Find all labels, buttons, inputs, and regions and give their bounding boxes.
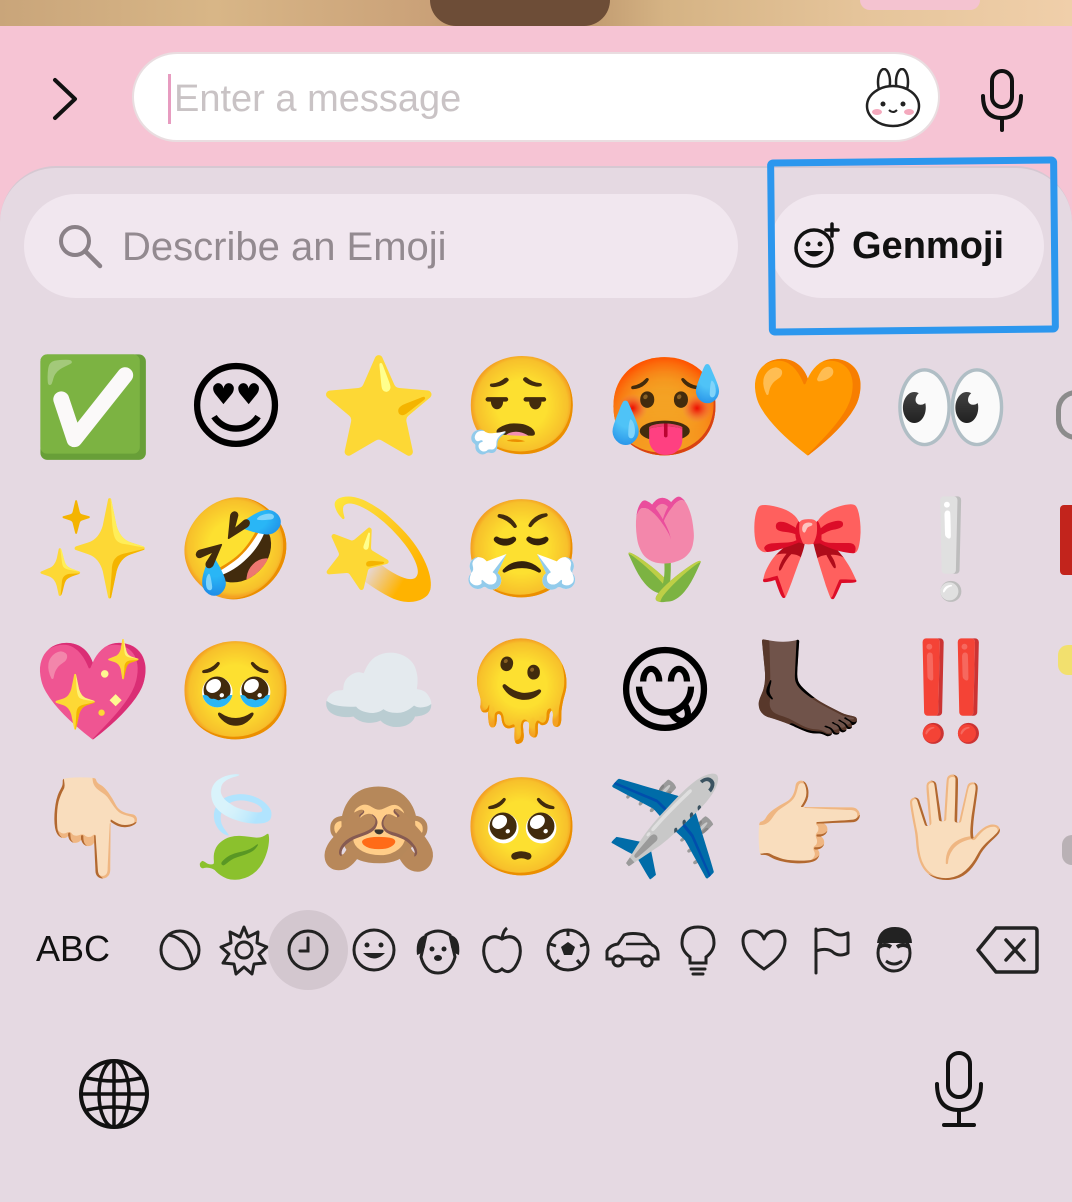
emoji-cell[interactable]: 🙈 (310, 758, 448, 896)
emoji-cell[interactable]: 🤣 (167, 480, 305, 618)
emoji-cell[interactable]: 😤 (453, 480, 591, 618)
smiley-icon[interactable] (342, 918, 406, 982)
emoji-cell[interactable]: 🥹 (167, 622, 305, 760)
emoji-cell[interactable]: 😍 (167, 338, 305, 476)
next-column-emoji-peek (1062, 835, 1072, 865)
emoji-grid: ✅ 😍 ⭐ 😮‍💨 🥵 🧡 👀 ✨ 🤣 💫 😤 🌷 🎀 ❕ 💖 🥹 ☁️ 🫠 😋… (24, 338, 1072, 898)
text-cursor (168, 74, 171, 124)
emoji-cell[interactable]: 👇🏻 (24, 758, 162, 896)
emoji-cell[interactable]: 🦶🏿 (739, 622, 877, 760)
message-input-container[interactable] (132, 52, 940, 142)
emoji-cell[interactable]: ✅ (24, 338, 162, 476)
bunny-sticker-icon[interactable] (862, 68, 924, 128)
moon-icon[interactable] (148, 918, 212, 982)
emoji-cell[interactable]: 💫 (310, 480, 448, 618)
soccer-ball-icon[interactable] (536, 918, 600, 982)
emoji-cell[interactable]: ‼️ (882, 622, 1020, 760)
emoji-cell[interactable]: ✈️ (596, 758, 734, 896)
emoji-cell[interactable]: 🧡 (739, 338, 877, 476)
clock-icon[interactable] (268, 910, 348, 990)
dog-icon[interactable] (406, 918, 470, 982)
emoji-cell[interactable]: 😋 (596, 622, 734, 760)
genmoji-button[interactable]: Genmoji (770, 194, 1044, 298)
emoji-cell[interactable]: 💖 (24, 622, 162, 760)
magnifier-icon (59, 225, 103, 269)
emoji-cell[interactable]: 🫠 (453, 622, 591, 760)
lightbulb-icon[interactable] (666, 918, 730, 982)
emoji-cell[interactable]: 🥵 (596, 338, 734, 476)
chevron-right-icon (53, 78, 77, 120)
emoji-cell[interactable]: 👉🏻 (739, 758, 877, 896)
emoji-cell[interactable]: 🥺 (453, 758, 591, 896)
emoji-cell[interactable]: 🍃 (167, 758, 305, 896)
emoji-search-input[interactable] (120, 214, 714, 280)
abc-keyboard-button[interactable]: ABC (36, 928, 110, 970)
expand-button[interactable] (40, 68, 90, 130)
preview-element (860, 0, 980, 10)
emoji-cell[interactable]: 😮‍💨 (453, 338, 591, 476)
microphone-icon[interactable] (930, 1050, 988, 1130)
video-preview-strip (0, 0, 1072, 26)
emoji-cell[interactable]: ❕ (882, 480, 1020, 618)
emoji-cell[interactable]: 🌷 (596, 480, 734, 618)
microphone-icon[interactable] (976, 68, 1028, 134)
emoji-category-bar: ABC (0, 910, 1072, 990)
preview-subject (430, 0, 610, 26)
memoji-icon[interactable] (862, 918, 926, 982)
emoji-search-bar[interactable] (24, 194, 738, 298)
emoji-cell[interactable]: ☁️ (310, 622, 448, 760)
apple-icon[interactable] (470, 918, 534, 982)
emoji-cell[interactable]: ✨ (24, 480, 162, 618)
globe-icon[interactable] (76, 1056, 152, 1132)
emoji-cell[interactable]: ⭐ (310, 338, 448, 476)
emoji-cell[interactable]: 👀 (882, 338, 1020, 476)
genmoji-smiley-plus-icon (794, 222, 840, 268)
heart-icon[interactable] (732, 918, 796, 982)
next-column-emoji-peek (1060, 505, 1072, 575)
flag-icon[interactable] (798, 918, 862, 982)
sparkle-flower-icon[interactable] (212, 918, 276, 982)
genmoji-label: Genmoji (852, 224, 1005, 267)
emoji-cell[interactable]: 🖐🏻 (882, 758, 1020, 896)
message-input[interactable] (172, 68, 856, 130)
car-icon[interactable] (600, 918, 664, 982)
delete-backspace-icon[interactable] (974, 922, 1040, 978)
emoji-cell[interactable]: 🎀 (739, 480, 877, 618)
next-column-emoji-peek (1058, 645, 1072, 675)
